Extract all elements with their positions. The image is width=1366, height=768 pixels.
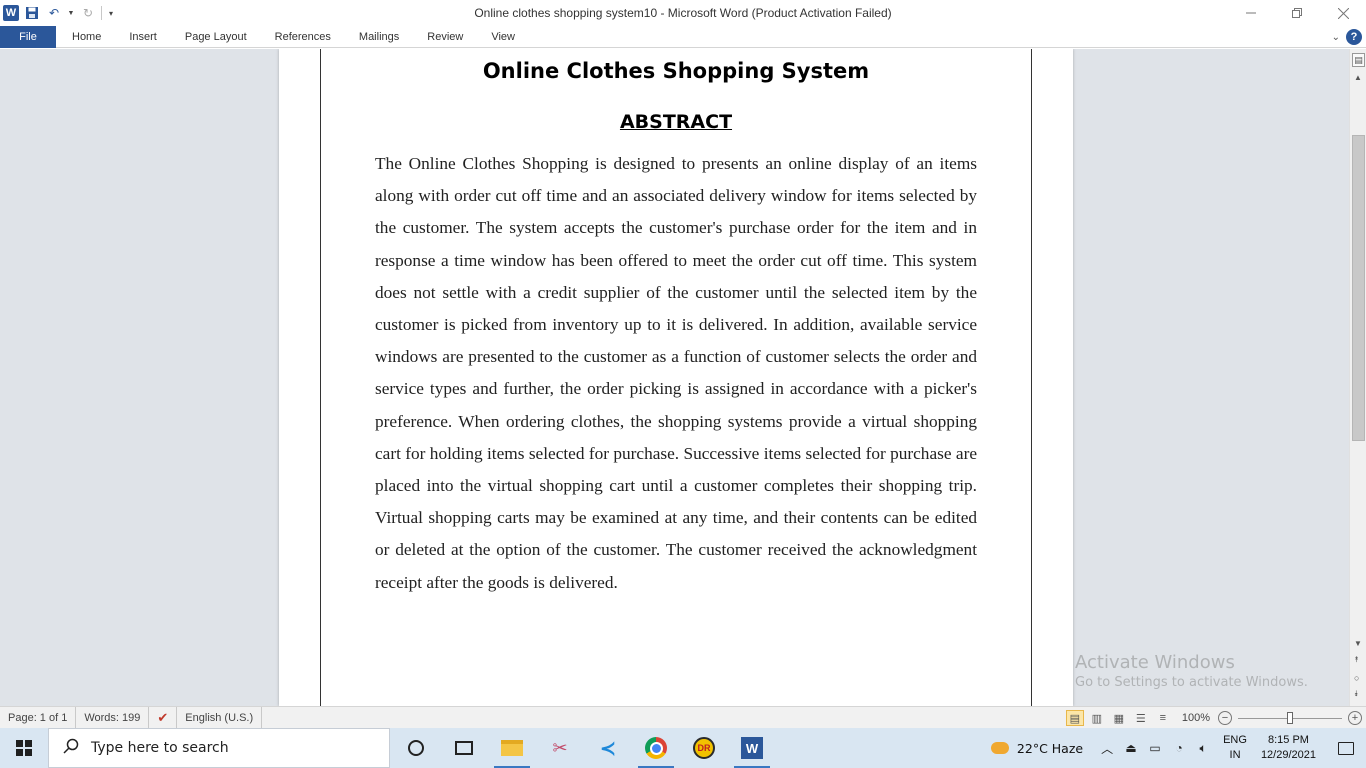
ruler-toggle-icon[interactable]: ▤ [1352, 53, 1365, 67]
abstract-paragraph[interactable]: The Online Clothes Shopping is designed … [375, 148, 977, 599]
page-count[interactable]: Page: 1 of 1 [0, 706, 77, 729]
word-taskbar-button[interactable]: W [728, 728, 776, 768]
tab-mailings[interactable]: Mailings [345, 26, 413, 48]
taskbar-search[interactable]: Type here to search [48, 728, 390, 768]
usb-device-icon[interactable]: ⏏ [1119, 741, 1143, 755]
previous-page-icon[interactable]: ⯭ [1354, 655, 1359, 665]
right-margin-border [1031, 49, 1032, 706]
zoom-slider-thumb[interactable] [1287, 711, 1293, 724]
search-icon [63, 738, 85, 759]
chrome-button[interactable] [632, 728, 680, 768]
cortana-icon [408, 740, 424, 756]
word-app-icon[interactable]: W [3, 5, 19, 21]
vscode-button[interactable]: ≺ [584, 728, 632, 768]
print-layout-view-icon[interactable]: ▤ [1065, 710, 1084, 726]
draft-view-icon[interactable]: ≡ [1154, 710, 1172, 726]
system-tray: 22°C Haze ︿ ⏏ ▭ ◔ 🔈︎ ENG IN 8:15 PM 12/2… [990, 728, 1366, 768]
scroll-down-icon[interactable]: ▼ [1354, 639, 1362, 648]
weather-widget[interactable]: 22°C Haze [1017, 741, 1083, 756]
scissors-icon: ✂ [552, 737, 568, 758]
status-bar: Page: 1 of 1 Words: 199 ✔ English (U.S.)… [0, 706, 1366, 729]
wifi-icon[interactable]: ◔ [1167, 741, 1191, 755]
vscode-icon: ≺ [599, 737, 617, 760]
windows-taskbar: Type here to search ✂ ≺ DR W 22°C Haze ︿… [0, 728, 1366, 768]
folder-icon [501, 740, 523, 756]
activation-watermark: Activate Windows Go to Settings to activ… [1075, 652, 1308, 690]
search-placeholder: Type here to search [91, 740, 229, 756]
start-button[interactable] [0, 728, 48, 768]
window-controls [1228, 0, 1366, 26]
tab-page-layout[interactable]: Page Layout [171, 26, 261, 48]
battery-icon[interactable]: ▭ [1143, 741, 1167, 755]
taskbar-apps: ✂ ≺ DR W [392, 728, 776, 768]
tab-view[interactable]: View [477, 26, 529, 48]
clock-date: 12/29/2021 [1260, 749, 1316, 761]
dr-app-icon: DR [693, 737, 715, 759]
zoom-out-icon[interactable]: − [1218, 711, 1232, 725]
zoom-slider[interactable] [1238, 711, 1342, 724]
input-language[interactable]: ENG IN [1223, 733, 1247, 763]
title-bar: W ↶ ▼ ↻ ▾ Online clothes shopping system… [0, 0, 1366, 26]
task-view-icon [455, 741, 473, 755]
document-title[interactable]: Online Clothes Shopping System [321, 59, 1031, 83]
web-layout-icon[interactable]: ▦ [1110, 710, 1128, 726]
dr-app-button[interactable]: DR [680, 728, 728, 768]
next-page-icon[interactable]: ⯯ [1354, 689, 1359, 699]
scrollbar-thumb[interactable] [1352, 135, 1365, 441]
spelling-check-icon[interactable]: ✔ [149, 706, 178, 729]
outline-view-icon[interactable]: ☰ [1132, 710, 1150, 726]
lang-code: ENG [1223, 734, 1247, 746]
undo-icon[interactable]: ↶ [45, 4, 63, 22]
snipping-tool-button[interactable]: ✂ [536, 728, 584, 768]
clock[interactable]: 8:15 PM 12/29/2021 [1261, 733, 1316, 763]
tab-references[interactable]: References [261, 26, 345, 48]
scroll-up-icon[interactable]: ▲ [1354, 73, 1362, 82]
cortana-button[interactable] [392, 728, 440, 768]
windows-logo-icon [16, 740, 32, 756]
redo-icon[interactable]: ↻ [79, 4, 97, 22]
undo-dropdown-icon[interactable]: ▼ [67, 4, 75, 22]
chrome-icon [645, 737, 667, 759]
quick-access-toolbar: W ↶ ▼ ↻ ▾ [0, 0, 116, 26]
lang-region: IN [1229, 749, 1241, 761]
close-button[interactable] [1320, 0, 1366, 26]
vertical-scrollbar[interactable]: ▤ ▲ ▼ ⯭ ○ ⯯ [1349, 49, 1366, 706]
file-explorer-button[interactable] [488, 728, 536, 768]
watermark-line2: Go to Settings to activate Windows. [1075, 675, 1308, 690]
view-and-zoom-controls: ▤ ▥ ▦ ☰ ≡ 100% − + [1065, 707, 1362, 729]
left-margin-border [320, 49, 321, 706]
word-icon: W [741, 737, 763, 759]
language-indicator[interactable]: English (U.S.) [177, 706, 263, 729]
tab-home[interactable]: Home [58, 26, 115, 48]
watermark-line1: Activate Windows [1075, 652, 1235, 673]
qat-divider [101, 6, 102, 20]
tab-review[interactable]: Review [413, 26, 477, 48]
browse-object-icon[interactable]: ○ [1354, 673, 1359, 683]
ribbon-right-controls: ⌄ ? [1332, 26, 1362, 48]
minimize-button[interactable] [1228, 0, 1274, 26]
tab-insert[interactable]: Insert [115, 26, 171, 48]
customize-qat-icon[interactable]: ▾ [106, 4, 116, 22]
restore-button[interactable] [1274, 0, 1320, 26]
abstract-heading[interactable]: ABSTRACT [375, 111, 977, 133]
tab-file[interactable]: File [0, 25, 56, 48]
word-count[interactable]: Words: 199 [76, 706, 150, 729]
document-page[interactable]: Online Clothes Shopping System ABSTRACT … [279, 49, 1073, 706]
window-title: Online clothes shopping system10 - Micro… [474, 6, 892, 20]
help-icon[interactable]: ? [1346, 29, 1362, 45]
zoom-in-icon[interactable]: + [1348, 711, 1362, 725]
notification-icon [1338, 741, 1354, 755]
haze-weather-icon[interactable] [990, 742, 1009, 754]
notifications-button[interactable] [1326, 728, 1366, 768]
task-view-button[interactable] [440, 728, 488, 768]
expand-ribbon-icon[interactable]: ⌄ [1332, 32, 1340, 43]
full-screen-reading-icon[interactable]: ▥ [1088, 710, 1106, 726]
ribbon-tabs: File Home Insert Page Layout References … [0, 25, 1366, 48]
volume-icon[interactable]: 🔈︎ [1191, 741, 1215, 756]
document-canvas[interactable]: Online Clothes Shopping System ABSTRACT … [0, 49, 1349, 706]
show-hidden-icons-icon[interactable]: ︿ [1095, 740, 1119, 757]
zoom-level[interactable]: 100% [1182, 712, 1210, 724]
clock-time: 8:15 PM [1267, 734, 1309, 746]
save-icon[interactable] [23, 4, 41, 22]
